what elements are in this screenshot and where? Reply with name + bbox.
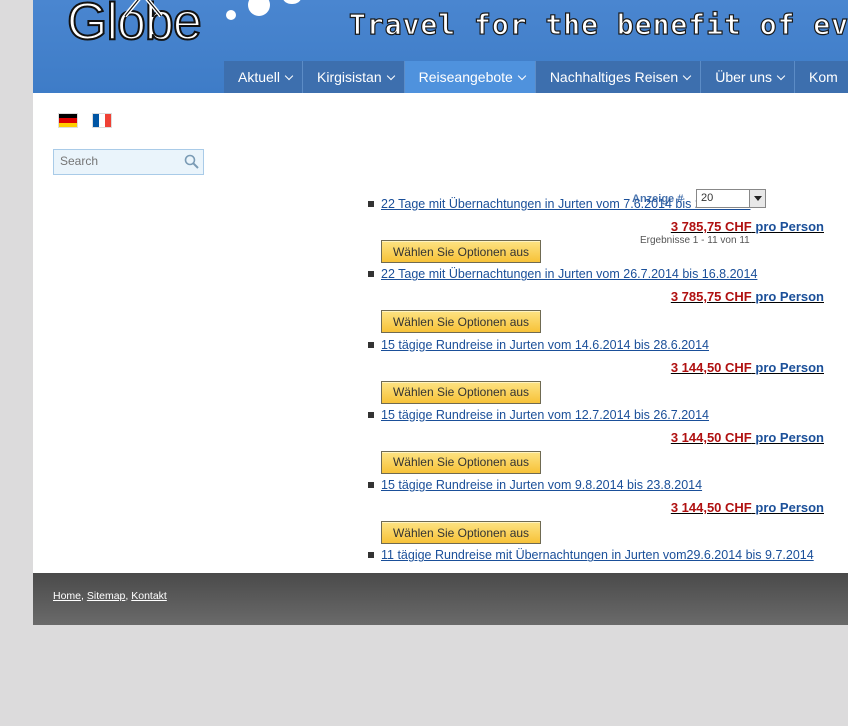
french-flag-icon[interactable] [92,113,112,128]
site-tagline: Travel for the benefit of everyb [348,7,848,41]
display-count-label: Anzeige # [632,193,684,205]
product-price: 3 785,75 CHF pro Person [671,219,824,234]
footer-link-home[interactable]: Home [53,590,81,602]
nav-item-label: Reiseangebote [418,69,513,85]
list-item: 22 Tage mit Übernachtungen in Jurten vom… [366,260,836,334]
product-price: 3 144,50 CHF pro Person [671,500,824,515]
product-link[interactable]: 15 tägige Rundreise in Jurten vom 12.7.2… [381,408,709,422]
product-list: 22 Tage mit Übernachtungen in Jurten vom… [366,190,836,612]
product-price: 3 144,50 CHF pro Person [671,360,824,375]
bullet-icon [368,411,374,418]
product-price: 3 785,75 CHF pro Person [671,289,824,304]
nav-item-label: Aktuell [238,69,281,85]
product-link[interactable]: 22 Tage mit Übernachtungen in Jurten vom… [381,267,757,281]
chevron-down-icon [776,71,786,80]
price-amount: 3 785,75 CHF [670,289,752,305]
chevron-down-icon [386,71,395,80]
display-count-select[interactable]: 20 [696,189,766,208]
nav-item-ueber-uns[interactable]: Über uns [701,61,796,93]
bullet-icon [368,341,374,348]
chevron-down-icon [517,71,527,80]
chevron-down-icon [284,71,294,80]
footer: Home, Sitemap, Kontakt [33,573,848,625]
price-amount: 3 144,50 CHF [670,359,752,375]
search-box [53,149,204,175]
list-item: 15 tägige Rundreise in Jurten vom 14.6.2… [366,331,836,404]
main-nav: Aktuell Kirgisistan Reiseangebote Nachha… [224,61,848,93]
nav-item-label: Kom [809,69,838,85]
nav-item-aktuell[interactable]: Aktuell [224,61,304,93]
footer-links: Home, Sitemap, Kontakt [53,590,167,602]
search-icon[interactable] [184,154,199,169]
nav-item-nachhaltiges-reisen[interactable]: Nachhaltiges Reisen [536,61,702,93]
list-item: 15 tägige Rundreise in Jurten vom 9.8.20… [366,471,836,545]
bullet-icon [368,201,374,207]
page: Globe Travel for the benefit of everyb A… [33,0,848,625]
nav-item-label: Kirgisistan [317,69,382,85]
nav-item-kontakt[interactable]: Kom [795,61,848,93]
chevron-down-icon [682,71,692,80]
price-unit: pro Person [755,500,824,516]
product-link[interactable]: 15 tägige Rundreise in Jurten vom 14.6.2… [381,338,709,352]
price-amount: 3 144,50 CHF [670,500,752,516]
nav-item-label: Über uns [715,69,773,85]
product-price: 3 144,50 CHF pro Person [671,430,824,445]
chevron-down-icon[interactable] [749,190,765,207]
results-count: Ergebnisse 1 - 11 von 11 [640,235,750,246]
list-item: 15 tägige Rundreise in Jurten vom 12.7.2… [366,401,836,474]
product-link[interactable]: 15 tägige Rundreise in Jurten vom 9.8.20… [381,478,702,492]
nav-item-kirgisistan[interactable]: Kirgisistan [303,61,405,93]
product-link[interactable]: 11 tägige Rundreise mit Übernachtungen i… [381,548,814,562]
nav-item-label: Nachhaltiges Reisen [549,69,679,85]
bullet-icon [368,271,374,278]
language-switcher [58,113,112,128]
price-amount: 3 144,50 CHF [670,429,752,445]
footer-link-sitemap[interactable]: Sitemap [87,590,126,602]
bullet-icon [368,482,374,489]
display-count-value: 20 [701,192,714,204]
roof-icon [123,0,163,18]
price-unit: pro Person [755,429,824,445]
price-unit: pro Person [755,219,824,234]
footer-link-kontakt[interactable]: Kontakt [131,590,167,602]
price-unit: pro Person [755,289,824,305]
price-unit: pro Person [755,359,824,375]
german-flag-icon[interactable] [58,113,78,128]
nav-item-reiseangebote[interactable]: Reiseangebote [404,61,536,93]
price-amount: 3 785,75 CHF [670,219,752,234]
bullet-icon [368,552,374,559]
search-input[interactable] [54,150,180,172]
